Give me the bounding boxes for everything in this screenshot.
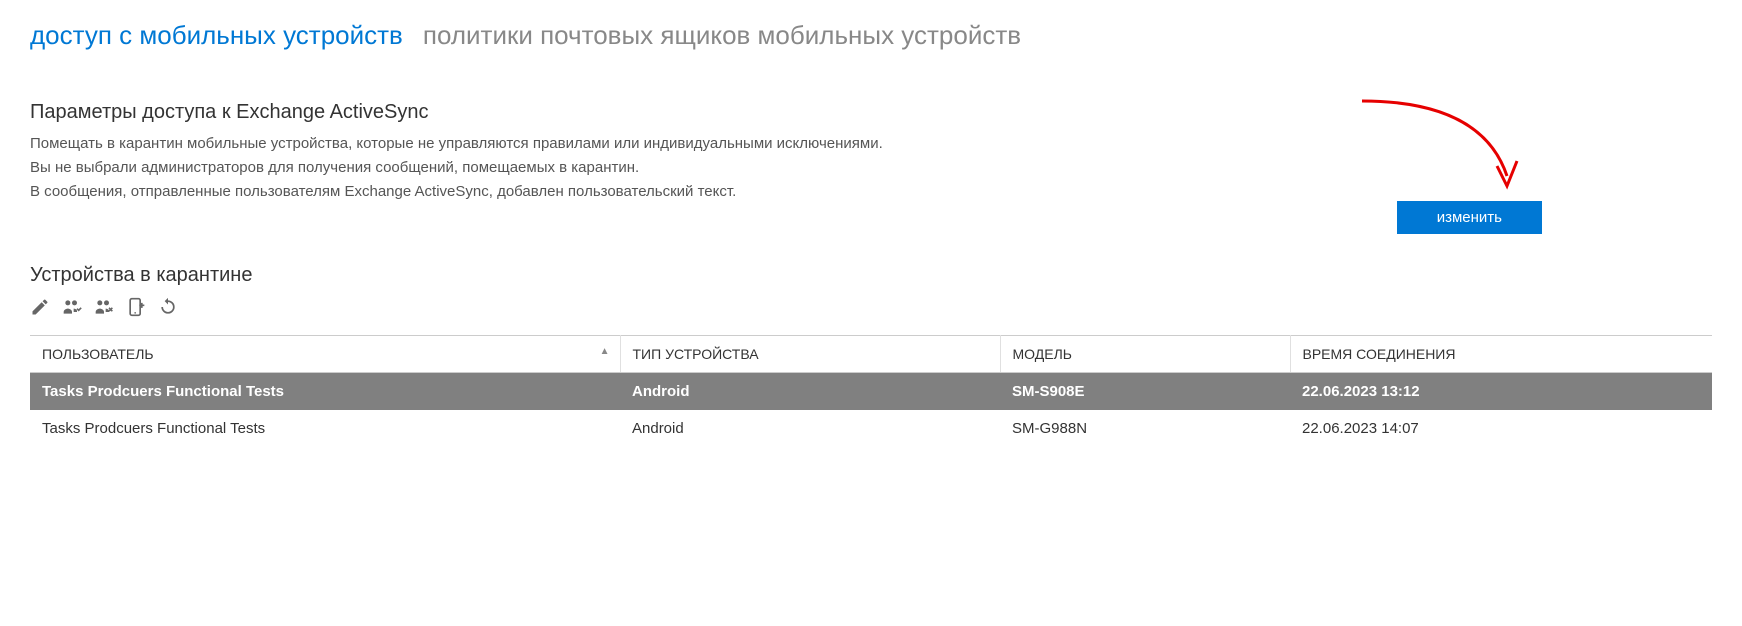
edit-button[interactable]: изменить xyxy=(1397,201,1542,234)
cell-model: SM-S908E xyxy=(1000,373,1290,411)
settings-text-1: Помещать в карантин мобильные устройства… xyxy=(30,132,1712,156)
settings-header: Параметры доступа к Exchange ActiveSync xyxy=(30,101,1712,124)
allow-users-icon[interactable] xyxy=(62,297,82,317)
quarantine-table: ПОЛЬЗОВАТЕЛЬ ▲ ТИП УСТРОЙСТВА МОДЕЛЬ ВРЕ… xyxy=(30,335,1712,447)
settings-text-2: Вы не выбрали администраторов для получе… xyxy=(30,156,1712,180)
cell-time: 22.06.2023 14:07 xyxy=(1290,410,1712,447)
column-header-model[interactable]: МОДЕЛЬ xyxy=(1000,336,1290,373)
edit-icon[interactable] xyxy=(30,297,50,317)
cell-type: Android xyxy=(620,410,1000,447)
cell-model: SM-G988N xyxy=(1000,410,1290,447)
cell-user: Tasks Prodcuers Functional Tests xyxy=(30,410,620,447)
tab-mailbox-policies[interactable]: политики почтовых ящиков мобильных устро… xyxy=(423,20,1021,51)
table-row[interactable]: Tasks Prodcuers Functional TestsAndroidS… xyxy=(30,410,1712,447)
refresh-icon[interactable] xyxy=(158,297,178,317)
table-row[interactable]: Tasks Prodcuers Functional TestsAndroidS… xyxy=(30,373,1712,411)
column-header-type[interactable]: ТИП УСТРОЙСТВА xyxy=(620,336,1000,373)
block-users-icon[interactable] xyxy=(94,297,114,317)
quarantine-header: Устройства в карантине xyxy=(30,264,1712,287)
cell-user: Tasks Prodcuers Functional Tests xyxy=(30,373,620,411)
cell-type: Android xyxy=(620,373,1000,411)
column-header-time[interactable]: ВРЕМЯ СОЕДИНЕНИЯ xyxy=(1290,336,1712,373)
column-user-label: ПОЛЬЗОВАТЕЛЬ xyxy=(42,346,154,362)
device-rule-icon[interactable] xyxy=(126,297,146,317)
tab-mobile-access[interactable]: доступ с мобильных устройств xyxy=(30,20,403,51)
sort-asc-icon: ▲ xyxy=(600,346,610,357)
cell-time: 22.06.2023 13:12 xyxy=(1290,373,1712,411)
column-header-user[interactable]: ПОЛЬЗОВАТЕЛЬ ▲ xyxy=(30,336,620,373)
